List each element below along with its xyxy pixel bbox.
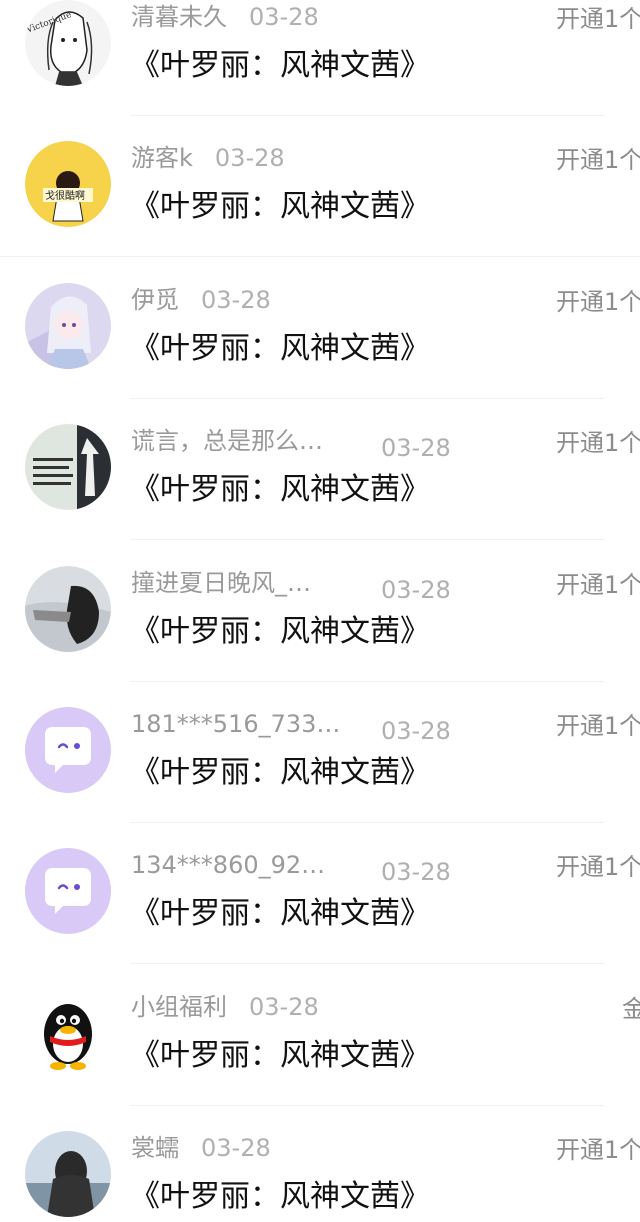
item-meta: 181***516_733… 03-28 [131, 709, 451, 746]
list-item[interactable]: 134***860_92… 03-28 《叶罗丽：风神文茜》 开通1个 [0, 846, 640, 987]
avatar[interactable]: 戈很酷啊 [25, 141, 111, 227]
item-date: 03-28 [201, 1134, 271, 1162]
default-chat-avatar-icon [25, 848, 111, 934]
item-title[interactable]: 《叶罗丽：风神文茜》 [130, 612, 430, 652]
avatar[interactable] [25, 283, 111, 369]
item-action-text: 开通1个 [556, 5, 640, 33]
list-item[interactable]: Victorique 清暮未久 03-28 《叶罗丽：风神文茜》 开通1个 [0, 0, 640, 139]
list-item[interactable]: 戈很酷啊 游客k 03-28 《叶罗丽：风神文茜》 开通1个 [0, 139, 640, 280]
girl-back-avatar-icon [25, 1131, 111, 1217]
item-date: 03-28 [381, 576, 451, 604]
item-title[interactable]: 《叶罗丽：风神文茜》 [130, 1036, 430, 1076]
penguin-avatar-icon [25, 990, 111, 1076]
user-name[interactable]: 撞进夏日晚风_… [131, 568, 359, 598]
divider [130, 963, 604, 964]
item-action-text: 开通1个 [556, 429, 640, 457]
item-action-text: 开通1个 [556, 1136, 640, 1164]
item-meta: 裳蠕 03-28 [131, 1133, 271, 1163]
avatar[interactable] [25, 1131, 111, 1217]
item-title[interactable]: 《叶罗丽：风神文茜》 [130, 1177, 430, 1217]
user-name[interactable]: 134***860_92… [131, 850, 359, 880]
user-name[interactable]: 伊觅 [131, 285, 179, 315]
list-item[interactable]: 181***516_733… 03-28 《叶罗丽：风神文茜》 开通1个 [0, 705, 640, 846]
item-action-text: 开通1个 [556, 853, 640, 881]
item-date: 03-28 [381, 717, 451, 745]
item-date: 03-28 [201, 286, 271, 314]
avatar[interactable] [25, 990, 111, 1076]
divider [0, 256, 640, 257]
svg-text:戈很酷啊: 戈很酷啊 [45, 189, 85, 202]
user-name[interactable]: 谎言，总是那么… [131, 426, 359, 456]
item-date: 03-28 [249, 3, 319, 31]
item-meta: 小组福利 03-28 [131, 992, 319, 1022]
divider [130, 822, 604, 823]
list-item[interactable]: 小组福利 03-28 《叶罗丽：风神文茜》 金 [0, 988, 640, 1129]
item-meta: 撞进夏日晚风_… 03-28 [131, 568, 451, 605]
item-meta: 伊觅 03-28 [131, 285, 271, 315]
anime-girl-avatar-icon [25, 283, 111, 369]
item-action-text: 开通1个 [556, 146, 640, 174]
yellow-sticker-avatar-icon: 戈很酷啊 [25, 141, 111, 227]
avatar[interactable]: Victorique [25, 0, 111, 86]
list-item[interactable]: 伊觅 03-28 《叶罗丽：风神文茜》 开通1个 [0, 281, 640, 422]
text-photo-avatar-icon [25, 424, 111, 510]
item-date: 03-28 [249, 993, 319, 1021]
item-action-text: 开通1个 [556, 571, 640, 599]
list-item[interactable]: 谎言，总是那么… 03-28 《叶罗丽：风神文茜》 开通1个 [0, 422, 640, 563]
default-chat-avatar-icon [25, 707, 111, 793]
item-title[interactable]: 《叶罗丽：风神文茜》 [130, 753, 430, 793]
item-meta: 134***860_92… 03-28 [131, 850, 451, 887]
item-title[interactable]: 《叶罗丽：风神文茜》 [130, 187, 430, 227]
item-date: 03-28 [214, 144, 285, 172]
purchase-record-list: Victorique 清暮未久 03-28 《叶罗丽：风神文茜》 开通1个 戈很酷… [0, 0, 640, 1222]
user-name[interactable]: 清暮未久 [131, 2, 227, 32]
divider [130, 539, 604, 540]
avatar[interactable] [25, 424, 111, 510]
item-date: 03-28 [381, 434, 451, 462]
divider [130, 1105, 604, 1106]
item-title[interactable]: 《叶罗丽：风神文茜》 [130, 894, 430, 934]
avatar[interactable] [25, 707, 111, 793]
item-meta: 谎言，总是那么… 03-28 [131, 426, 451, 463]
item-title[interactable]: 《叶罗丽：风神文茜》 [130, 329, 430, 369]
item-meta: 游客k 03-28 [131, 143, 285, 173]
divider [130, 398, 604, 399]
user-name[interactable]: 裳蠕 [131, 1133, 179, 1163]
divider [130, 115, 604, 116]
user-name[interactable]: 游客k [131, 143, 193, 173]
item-title[interactable]: 《叶罗丽：风神文茜》 [130, 470, 430, 510]
list-item[interactable]: 撞进夏日晚风_… 03-28 《叶罗丽：风神文茜》 开通1个 [0, 564, 640, 705]
divider [130, 681, 604, 682]
user-name[interactable]: 小组福利 [131, 992, 227, 1022]
item-title[interactable]: 《叶罗丽：风神文茜》 [130, 46, 430, 86]
item-meta: 清暮未久 03-28 [131, 2, 319, 32]
item-action-text: 开通1个 [556, 712, 640, 740]
item-action-text: 开通1个 [556, 288, 640, 316]
avatar[interactable] [25, 848, 111, 934]
list-item[interactable]: 裳蠕 03-28 《叶罗丽：风神文茜》 开通1个 [0, 1129, 640, 1222]
item-date: 03-28 [381, 858, 451, 886]
avatar[interactable] [25, 566, 111, 652]
anime-ink-avatar-icon: Victorique [25, 0, 111, 86]
snow-cat-avatar-icon [25, 566, 111, 652]
user-name[interactable]: 181***516_733… [131, 709, 359, 739]
item-action-text: 金 [622, 995, 640, 1023]
